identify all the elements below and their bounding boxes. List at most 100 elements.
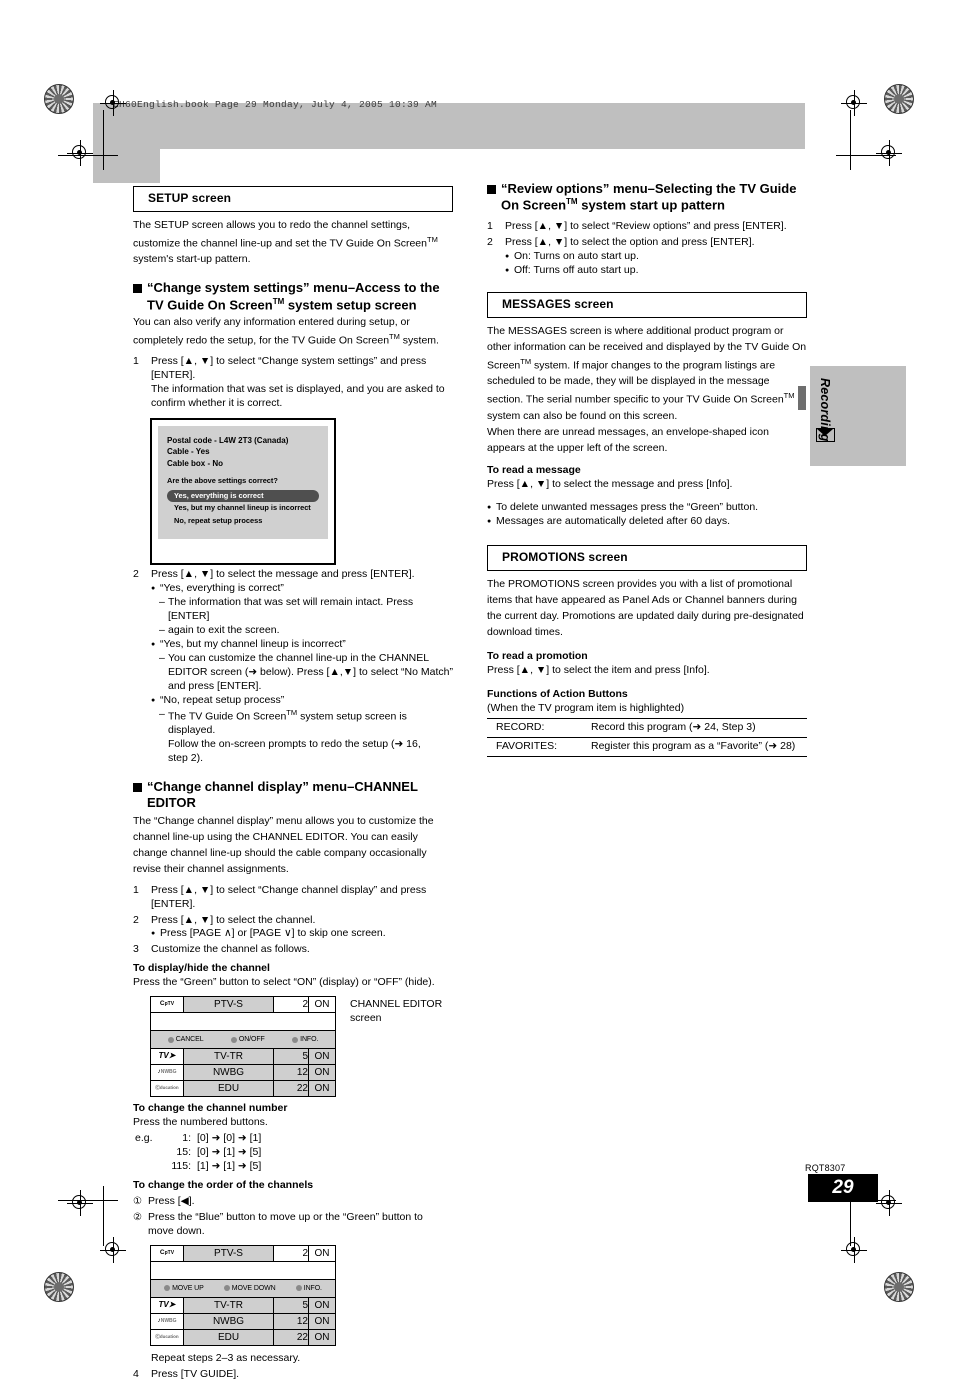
action-onoff[interactable]: ON/OFF: [230, 1035, 265, 1044]
channel-icon-nwbg: ♪NWBG: [150, 1064, 184, 1082]
setup-cable-box: Cable box - No: [167, 458, 224, 468]
table-row[interactable]: ♪NWBG NWBG 12 ON: [150, 1064, 336, 1082]
example-keys: [0] ➜ [0] ➜ [1]: [197, 1132, 262, 1145]
action-info[interactable]: INFO.: [295, 1284, 322, 1293]
table-row[interactable]: TV➤ TV-TR 5 ON: [150, 1048, 336, 1066]
channel-number: 22: [273, 1328, 309, 1346]
step-2-repeat-d3: step 2).: [168, 752, 204, 765]
display-hide-text: Press the “Green” button to select “ON” …: [133, 976, 435, 989]
heading-review-options-l2: On Screen: [501, 197, 567, 213]
heading-change-channel-display-l1: “Change channel display” menu–CHANNEL: [147, 779, 418, 795]
right-column: “Review options” menu–Selecting the TV G…: [487, 181, 835, 757]
action-move-up[interactable]: MOVE UP: [164, 1284, 204, 1293]
action-key-favorites: FAVORITES:: [487, 736, 591, 757]
example-row: 115: [1] ➜ [1] ➜ [5]: [135, 1160, 261, 1174]
step-4-number: 4: [133, 1367, 139, 1380]
channel-editor-caption-l1: CHANNEL EDITOR: [350, 998, 443, 1011]
book-source-line: EH60English.book Page 29 Monday, July 4,…: [113, 99, 438, 110]
channel-name: NWBG: [183, 1312, 274, 1330]
review-step-2: 2 Press [▲, ▼] to select the option and …: [487, 236, 807, 278]
msg-line-1: The MESSAGES screen is where additional …: [487, 324, 784, 337]
ccd-step-3-number: 3: [133, 943, 139, 956]
setup-option-repeat-setup[interactable]: No, repeat setup process: [167, 515, 319, 527]
channel-state: ON: [308, 996, 336, 1014]
action-move-up-label: MOVE UP: [172, 1284, 204, 1292]
review-step-1: 1 Press [▲, ▼] to select “Review options…: [487, 220, 807, 234]
step-2-repeat-d1a: The TV Guide On Screen: [168, 710, 287, 723]
action-buttons-cell: CANCEL ON/OFF INFO.: [150, 1030, 336, 1050]
order-step-2: ② Press the “Blue” button to move up or …: [133, 1211, 453, 1239]
promo-line-3: the current day. Promotions are updated …: [487, 610, 804, 623]
channel-number: 5: [273, 1048, 309, 1066]
channel-state: ON: [308, 1064, 336, 1082]
table-row[interactable]: CpTV PTV-S 2 ON: [150, 1244, 336, 1262]
heading-review-options-l3: system start up pattern: [581, 197, 725, 213]
msg-line-7: When there are unread messages, an envel…: [487, 425, 835, 442]
table-row[interactable]: ♪NWBG NWBG 12 ON: [150, 1312, 336, 1330]
action-move-down-label: MOVE DOWN: [231, 1284, 276, 1292]
channel-number: 22: [273, 1080, 309, 1098]
promo-line-2: items that have appeared as Panel Ads or…: [487, 594, 797, 607]
messages-description: The MESSAGES screen is where additional …: [487, 324, 835, 456]
page-number: 29: [808, 1174, 878, 1202]
setup-spacer: [167, 469, 319, 476]
table-row[interactable]: Ⓒducation EDU 22 ON: [150, 1328, 336, 1346]
action-cancel-label: CANCEL: [175, 1036, 204, 1044]
step-1-line3: The information that was set is displaye…: [151, 382, 445, 395]
change-number-text: Press the numbered buttons.: [133, 1116, 268, 1129]
trademark-mark: TM: [520, 356, 532, 366]
channel-name: PTV-S: [183, 996, 274, 1014]
color-dot-icon: [223, 1285, 230, 1292]
action-onoff-label: ON/OFF: [238, 1036, 265, 1044]
crop-mark-top-right: [836, 110, 896, 170]
channel-number: 12: [273, 1312, 309, 1330]
setup-dialog-footer: [152, 539, 334, 564]
subhead-read-a-promotion: To read a promotion: [487, 650, 588, 663]
subhead-change-channel-number: To change the channel number: [133, 1102, 288, 1115]
msg-line-3a: Screen: [487, 359, 521, 372]
action-move-down[interactable]: MOVE DOWN: [223, 1284, 276, 1293]
channel-icon-edu: Ⓒducation: [150, 1080, 184, 1098]
trademark-mark: TM: [272, 296, 285, 306]
action-buttons: CANCEL ON/OFF INFO.: [154, 1035, 332, 1044]
action-info[interactable]: INFO.: [292, 1035, 318, 1044]
color-dot-icon: [230, 1036, 237, 1043]
blank-cell: [150, 1260, 336, 1280]
step-2-number: 2: [133, 568, 139, 581]
ccd-step-2-bullet: Press [PAGE ∧] or [PAGE ∨] to skip one s…: [151, 927, 453, 941]
msg-line-7-text: When there are unread messages, an envel…: [487, 425, 769, 438]
step-2-line1: Press [▲, ▼] to select the message and p…: [151, 568, 415, 581]
table-row[interactable]: Ⓒducation EDU 22 ON: [150, 1080, 336, 1098]
ccd-intro-1: The “Change channel display” menu allows…: [133, 814, 434, 827]
css-intro-line2: completely redo the setup, for the TV Gu…: [133, 332, 453, 348]
channel-state: ON: [308, 1296, 336, 1314]
step-2-yes-correct-d2: again to exit the screen.: [151, 624, 453, 638]
channel-state: ON: [308, 1080, 336, 1098]
review-step-2-number: 2: [487, 236, 493, 249]
blank-cell: [150, 1012, 336, 1032]
crop-mark-bottom-left: [58, 1186, 118, 1246]
action-buttons: MOVE UP MOVE DOWN INFO.: [154, 1284, 332, 1293]
setup-option-yes-correct[interactable]: Yes, everything is correct: [167, 490, 319, 503]
action-desc-record: Record this program (➜ 24, Step 3): [591, 717, 807, 738]
step-2-lineup-d3: and press [ENTER].: [168, 679, 262, 692]
setup-cable: Cable - Yes: [167, 447, 210, 457]
step-2-repeat-d2: Follow the on-screen prompts to redo the…: [168, 738, 421, 751]
msg-bullet-auto-delete: Messages are automatically deleted after…: [487, 515, 807, 529]
setup-option-lineup-incorrect[interactable]: Yes, but my channel lineup is incorrect: [167, 502, 319, 514]
action-button-row-1: CANCEL ON/OFF INFO.: [150, 1030, 336, 1050]
table-row[interactable]: CpTV PTV-S 2 ON: [150, 996, 336, 1014]
ccd-step-1: 1 Press [▲, ▼] to select “Change channel…: [133, 884, 453, 912]
order-step-1-number: ①: [133, 1196, 142, 1207]
color-dot-icon: [295, 1285, 302, 1292]
heading-change-channel-display-l2: EDITOR: [147, 795, 196, 811]
read-message-text: Press [▲, ▼] to select the message and p…: [487, 478, 733, 491]
step-1-line2: [ENTER].: [151, 368, 196, 381]
ccd-step-3: 3 Customize the channel as follows.: [133, 943, 453, 957]
action-cancel[interactable]: CANCEL: [167, 1035, 204, 1044]
setup-confirmation-screenshot: Postal code - L4W 2T3 (Canada) Cable - Y…: [150, 417, 336, 566]
subhead-display-hide-channel: To display/hide the channel: [133, 962, 270, 975]
trademark-mark: TM: [566, 197, 578, 207]
table-row[interactable]: TV➤ TV-TR 5 ON: [150, 1296, 336, 1314]
